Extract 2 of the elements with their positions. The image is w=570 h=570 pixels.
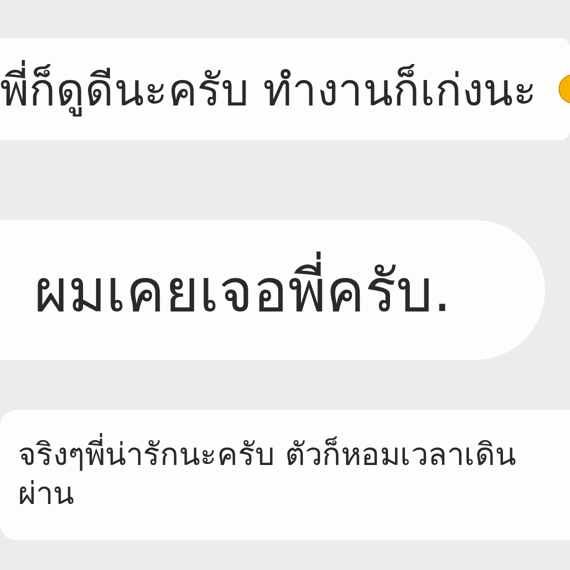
message-text: พี่ก็ดูดีนะครับ ทำงานก็เก่งนะ xyxy=(0,54,558,124)
message-text: ผมเคยเจอพี่ครับ. xyxy=(0,244,452,336)
